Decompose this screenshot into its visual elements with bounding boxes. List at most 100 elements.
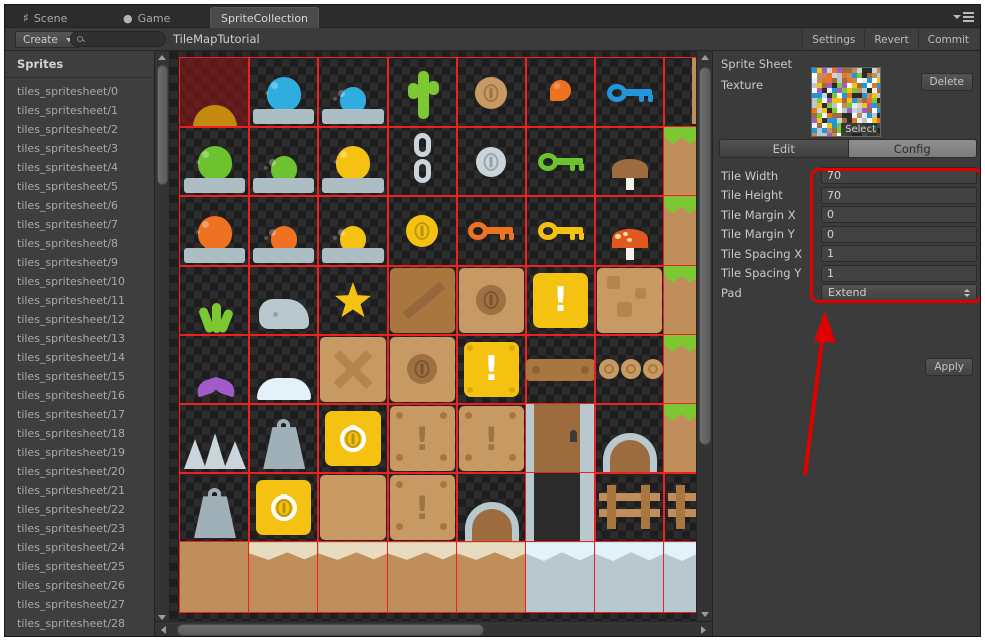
list-item[interactable]: tiles_spritesheet/29 [5,633,154,636]
tile-cell[interactable] [663,126,696,197]
tab-config[interactable]: Config [848,140,976,157]
tile-cell[interactable] [525,195,596,267]
list-item[interactable]: tiles_spritesheet/7 [5,215,154,234]
field-input[interactable]: 1 [821,264,977,282]
canvas-vscrollbar-thumb[interactable] [699,67,711,445]
list-item[interactable]: tiles_spritesheet/27 [5,595,154,614]
tile-cell[interactable]: ! [525,265,596,336]
tile-cell[interactable] [663,403,696,474]
tile-cell[interactable] [179,126,250,197]
tile-cell[interactable] [317,541,389,613]
tile-cell[interactable] [387,541,458,613]
tile-cell[interactable] [317,265,389,336]
tile-cell[interactable] [594,265,665,336]
tile-cell[interactable]: ! [387,403,458,474]
list-item[interactable]: tiles_spritesheet/17 [5,405,154,424]
hamburger-icon[interactable] [950,11,974,23]
sidebar-scrollbar[interactable] [155,51,170,636]
list-item[interactable]: tiles_spritesheet/8 [5,234,154,253]
scroll-down-icon[interactable] [701,612,709,617]
tab-scene[interactable]: ♯ Scene [13,8,77,28]
canvas-horizontal-scrollbar[interactable] [155,621,712,636]
field-input[interactable]: 0 [821,206,977,223]
delete-button[interactable]: Delete [920,73,973,91]
texture-select-button[interactable]: Select [841,123,880,136]
list-item[interactable]: tiles_spritesheet/24 [5,538,154,557]
tile-cell[interactable] [456,126,527,197]
tile-cell[interactable]: ! [456,334,527,405]
tile-cell[interactable] [594,126,665,197]
sidebar-scrollbar-thumb[interactable] [157,65,168,185]
tile-cell[interactable] [663,265,696,336]
pad-select[interactable]: Extend [821,284,977,301]
tile-cell[interactable] [387,195,458,267]
tile-cell[interactable]: ! [248,472,319,543]
list-item[interactable]: tiles_spritesheet/3 [5,139,154,158]
tile-cell[interactable] [594,403,665,474]
list-item[interactable]: tiles_spritesheet/5 [5,177,154,196]
tab-edit[interactable]: Edit [720,140,849,157]
tile-cell[interactable] [248,403,319,474]
list-item[interactable]: tiles_spritesheet/12 [5,310,154,329]
field-input[interactable]: 70 [821,186,977,204]
canvas-vertical-scrollbar[interactable] [696,51,712,621]
field-input[interactable]: 70 [821,167,977,184]
list-item[interactable]: tiles_spritesheet/14 [5,348,154,367]
tile-cell[interactable] [179,541,250,613]
tile-cell[interactable]: ! [387,472,458,543]
tile-cell[interactable] [317,195,389,267]
tile-cell[interactable] [456,472,527,543]
tile-cell[interactable] [594,57,665,128]
canvas-hscrollbar-thumb[interactable] [177,624,484,636]
tile-cell[interactable] [179,195,250,267]
tile-cell[interactable] [248,541,319,613]
tile-cell[interactable] [248,334,319,405]
tile-grid[interactable]: !!!!!!! [179,57,696,613]
tile-cell[interactable] [663,195,696,267]
tile-cell[interactable] [248,126,319,197]
tile-cell[interactable] [663,472,696,543]
list-item[interactable]: tiles_spritesheet/19 [5,443,154,462]
tile-cell[interactable] [456,265,527,336]
list-item[interactable]: tiles_spritesheet/2 [5,120,154,139]
tab-game[interactable]: ● Game [113,8,180,28]
tile-cell[interactable] [179,472,250,543]
tile-cell[interactable] [179,265,250,336]
tile-cell[interactable] [525,472,596,543]
tile-cell[interactable] [317,126,389,197]
tile-cell[interactable] [525,126,596,197]
field-input[interactable]: 0 [821,225,977,243]
tile-cell[interactable] [594,195,665,267]
revert-button[interactable]: Revert [864,30,918,49]
tile-cell[interactable] [387,334,458,405]
list-item[interactable]: tiles_spritesheet/20 [5,462,154,481]
list-item[interactable]: tiles_spritesheet/6 [5,196,154,215]
tile-cell[interactable] [387,57,458,128]
tile-cell[interactable] [387,126,458,197]
list-item[interactable]: tiles_spritesheet/18 [5,424,154,443]
tile-cell[interactable] [248,195,319,267]
tile-cell[interactable] [663,541,696,613]
list-item[interactable]: tiles_spritesheet/13 [5,329,154,348]
tile-cell[interactable] [317,472,389,543]
sprite-list[interactable]: tiles_spritesheet/0 tiles_spritesheet/1 ti… [5,78,154,636]
tile-cell[interactable] [594,334,665,405]
settings-button[interactable]: Settings [802,30,865,49]
scroll-right-icon[interactable] [701,626,706,634]
tab-sprite-collection[interactable]: SpriteCollection [210,7,320,28]
list-item[interactable]: tiles_spritesheet/4 [5,158,154,177]
list-item[interactable]: tiles_spritesheet/16 [5,386,154,405]
tile-cell[interactable]: ! [317,403,389,474]
list-item[interactable]: tiles_spritesheet/11 [5,291,154,310]
list-item[interactable]: tiles_spritesheet/9 [5,253,154,272]
tile-cell[interactable] [663,334,696,405]
spritesheet-canvas[interactable]: !!!!!!! [170,51,696,621]
apply-button[interactable]: Apply [925,358,973,376]
list-item[interactable]: tiles_spritesheet/25 [5,557,154,576]
list-item[interactable]: tiles_spritesheet/26 [5,576,154,595]
tile-cell[interactable] [525,334,596,405]
scroll-down-icon[interactable] [158,615,166,620]
tile-cell[interactable]: ! [456,403,527,474]
field-input[interactable]: 1 [821,245,977,262]
tile-cell[interactable] [387,265,458,336]
